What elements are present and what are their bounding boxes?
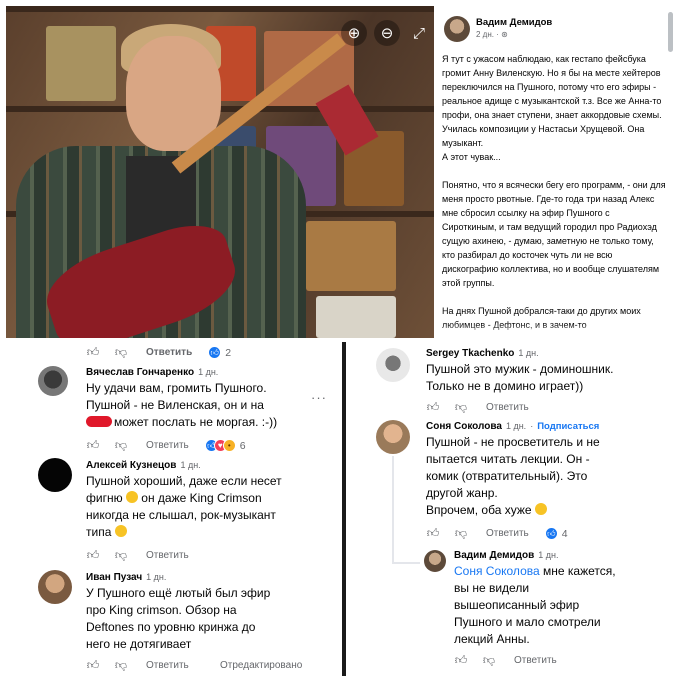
comment-actions: 👍︎ 👎︎ Ответить [86, 548, 189, 563]
comment-actions: 👍︎ 👎︎ Ответить 👍︎ 2 [86, 345, 231, 360]
like-reaction-icon: 👍︎ [208, 346, 222, 359]
amplifier [316, 296, 396, 338]
comment-actions: 👍︎ 👎︎ Ответить 👍︎ ♥ • 6 [86, 438, 246, 453]
dislike-icon[interactable]: 👎︎ [114, 548, 128, 563]
thread-line [392, 456, 394, 564]
comment-text: Соня Соколова мне кажется, вы не видели … [454, 564, 616, 646]
reply-button[interactable]: Ответить [486, 528, 529, 539]
comment-time[interactable]: 1 дн. [518, 348, 538, 358]
comment-text: Пушной хороший, даже если несет фигню он… [86, 474, 282, 539]
post-photo[interactable]: ⊕ ⊖ ⤢ [6, 6, 434, 338]
commenter-name[interactable]: Sergey Tkachenko 1 дн. [426, 348, 539, 359]
vinyl-record [46, 26, 116, 101]
commenter-name[interactable]: Вадим Демидов 1 дн. [454, 550, 559, 561]
dislike-icon[interactable]: 👎︎ [454, 400, 468, 415]
dislike-icon[interactable]: 👎︎ [114, 658, 128, 673]
text-fade [434, 324, 674, 338]
post-author[interactable]: Вадим Демидов [476, 17, 552, 28]
reply-button[interactable]: Ответить [146, 347, 192, 358]
commenter-name[interactable]: Алексей Кузнецов 1 дн. [86, 460, 201, 471]
post-timestamp[interactable]: 2 дн. · ⊛ [476, 30, 508, 39]
reply-button[interactable]: Ответить [146, 440, 189, 451]
laughing-emoji-icon [534, 503, 547, 515]
vinyl-record [306, 221, 396, 291]
reaction-summary[interactable]: 👍︎ 4 [544, 527, 568, 540]
like-icon[interactable]: 👍︎ [86, 345, 100, 360]
comment-time[interactable]: 1 дн. [180, 460, 200, 470]
commenter-name[interactable]: Вячеслав Гончаренко 1 дн. [86, 367, 218, 378]
comment-actions: 👍︎ 👎︎ Ответить [454, 653, 557, 668]
comment-time[interactable]: 1 дн. [198, 367, 218, 377]
commenter-name[interactable]: Иван Пузач 1 дн. [86, 572, 166, 583]
wow-reaction-icon: • [222, 439, 236, 452]
like-icon[interactable]: 👍︎ [86, 438, 100, 453]
smile-emoji-icon [114, 525, 127, 537]
expand-icon[interactable]: ⤢ [406, 20, 432, 46]
comment-actions: 👍︎ 👎︎ Ответить [426, 400, 529, 415]
comment-text: У Пушного ещё лютый был эфир про King cr… [86, 586, 271, 651]
comment-text: Пушной - не просветитель и не пытается ч… [426, 435, 600, 517]
post-panel: Вадим Демидов 2 дн. · ⊛ Я тут с ужасом н… [434, 6, 674, 338]
post-paragraph: Понятно, что я всячески бегу его програм… [442, 180, 666, 288]
reply-button[interactable]: Ответить [486, 402, 529, 413]
comment-actions: 👍︎ 👎︎ Ответить [86, 658, 189, 673]
comment-time[interactable]: 1 дн. [506, 421, 526, 431]
commenter-avatar[interactable] [38, 458, 72, 492]
comment-time[interactable]: 1 дн. [538, 550, 558, 560]
mention-link[interactable]: Соня Соколова [454, 564, 540, 578]
like-icon[interactable]: 👍︎ [86, 658, 100, 673]
commenter-avatar[interactable] [376, 348, 410, 382]
commenter-avatar[interactable] [38, 366, 68, 396]
subscribe-link[interactable]: Подписаться [537, 421, 599, 432]
post-body: Я тут с ужасом наблюдаю, как гестапо фей… [442, 52, 666, 338]
redacted-mark [86, 416, 112, 427]
dislike-icon[interactable]: 👎︎ [454, 526, 468, 541]
reaction-summary[interactable]: 👍︎ 2 [208, 346, 231, 359]
zoom-out-icon[interactable]: ⊖ [374, 20, 400, 46]
thread-line [392, 562, 420, 564]
commenter-avatar[interactable] [38, 570, 72, 604]
dislike-icon[interactable]: 👎︎ [482, 653, 496, 668]
reply-button[interactable]: Ответить [146, 550, 189, 561]
screenshot-collage: ⊕ ⊖ ⤢ Вадим Демидов 2 дн. · ⊛ Я тут с уж… [0, 0, 680, 680]
dislike-icon[interactable]: 👎︎ [114, 438, 128, 453]
like-icon[interactable]: 👍︎ [426, 400, 440, 415]
dislike-icon[interactable]: 👎︎ [114, 345, 128, 360]
reaction-summary[interactable]: 👍︎ ♥ • 6 [204, 439, 246, 452]
commenter-name[interactable]: Соня Соколова 1 дн. · Подписаться [426, 421, 599, 432]
edited-label: Отредактировано [220, 660, 303, 671]
like-icon[interactable]: 👍︎ [426, 526, 440, 541]
like-icon[interactable]: 👍︎ [454, 653, 468, 668]
like-reaction-icon: 👍︎ [544, 527, 558, 540]
comment-text: Пушной это мужик - доминошник. Только не… [426, 362, 614, 393]
comments-left: 👍︎ 👎︎ Ответить 👍︎ 2 Вячеслав Гончаренко 1… [6, 342, 342, 676]
zoom-in-icon[interactable]: ⊕ [341, 20, 367, 46]
scrollbar[interactable] [668, 12, 673, 52]
comments-right: Sergey Tkachenko 1 дн. Пушной это мужик -… [346, 342, 674, 676]
shelf [6, 6, 434, 12]
reply-button[interactable]: Ответить [514, 655, 557, 666]
post-paragraph: А этот чувак... [442, 152, 501, 162]
reply-button[interactable]: Ответить [146, 660, 189, 671]
reaction-count: 6 [239, 439, 246, 452]
commenter-avatar[interactable] [424, 550, 446, 572]
post-paragraph: Я тут с ужасом наблюдаю, как гестапо фей… [442, 54, 662, 148]
comment-time[interactable]: 1 дн. [146, 572, 166, 582]
author-avatar[interactable] [444, 16, 470, 42]
smile-emoji-icon [125, 491, 138, 503]
reaction-count: 4 [561, 527, 568, 540]
comment-text: Ну удачи вам, громить Пушного. Пушной - … [86, 381, 278, 429]
reaction-count: 2 [225, 346, 232, 359]
comment-actions: 👍︎ 👎︎ Ответить 👍︎ 4 [426, 526, 568, 541]
commenter-avatar[interactable] [376, 420, 410, 454]
like-icon[interactable]: 👍︎ [86, 548, 100, 563]
